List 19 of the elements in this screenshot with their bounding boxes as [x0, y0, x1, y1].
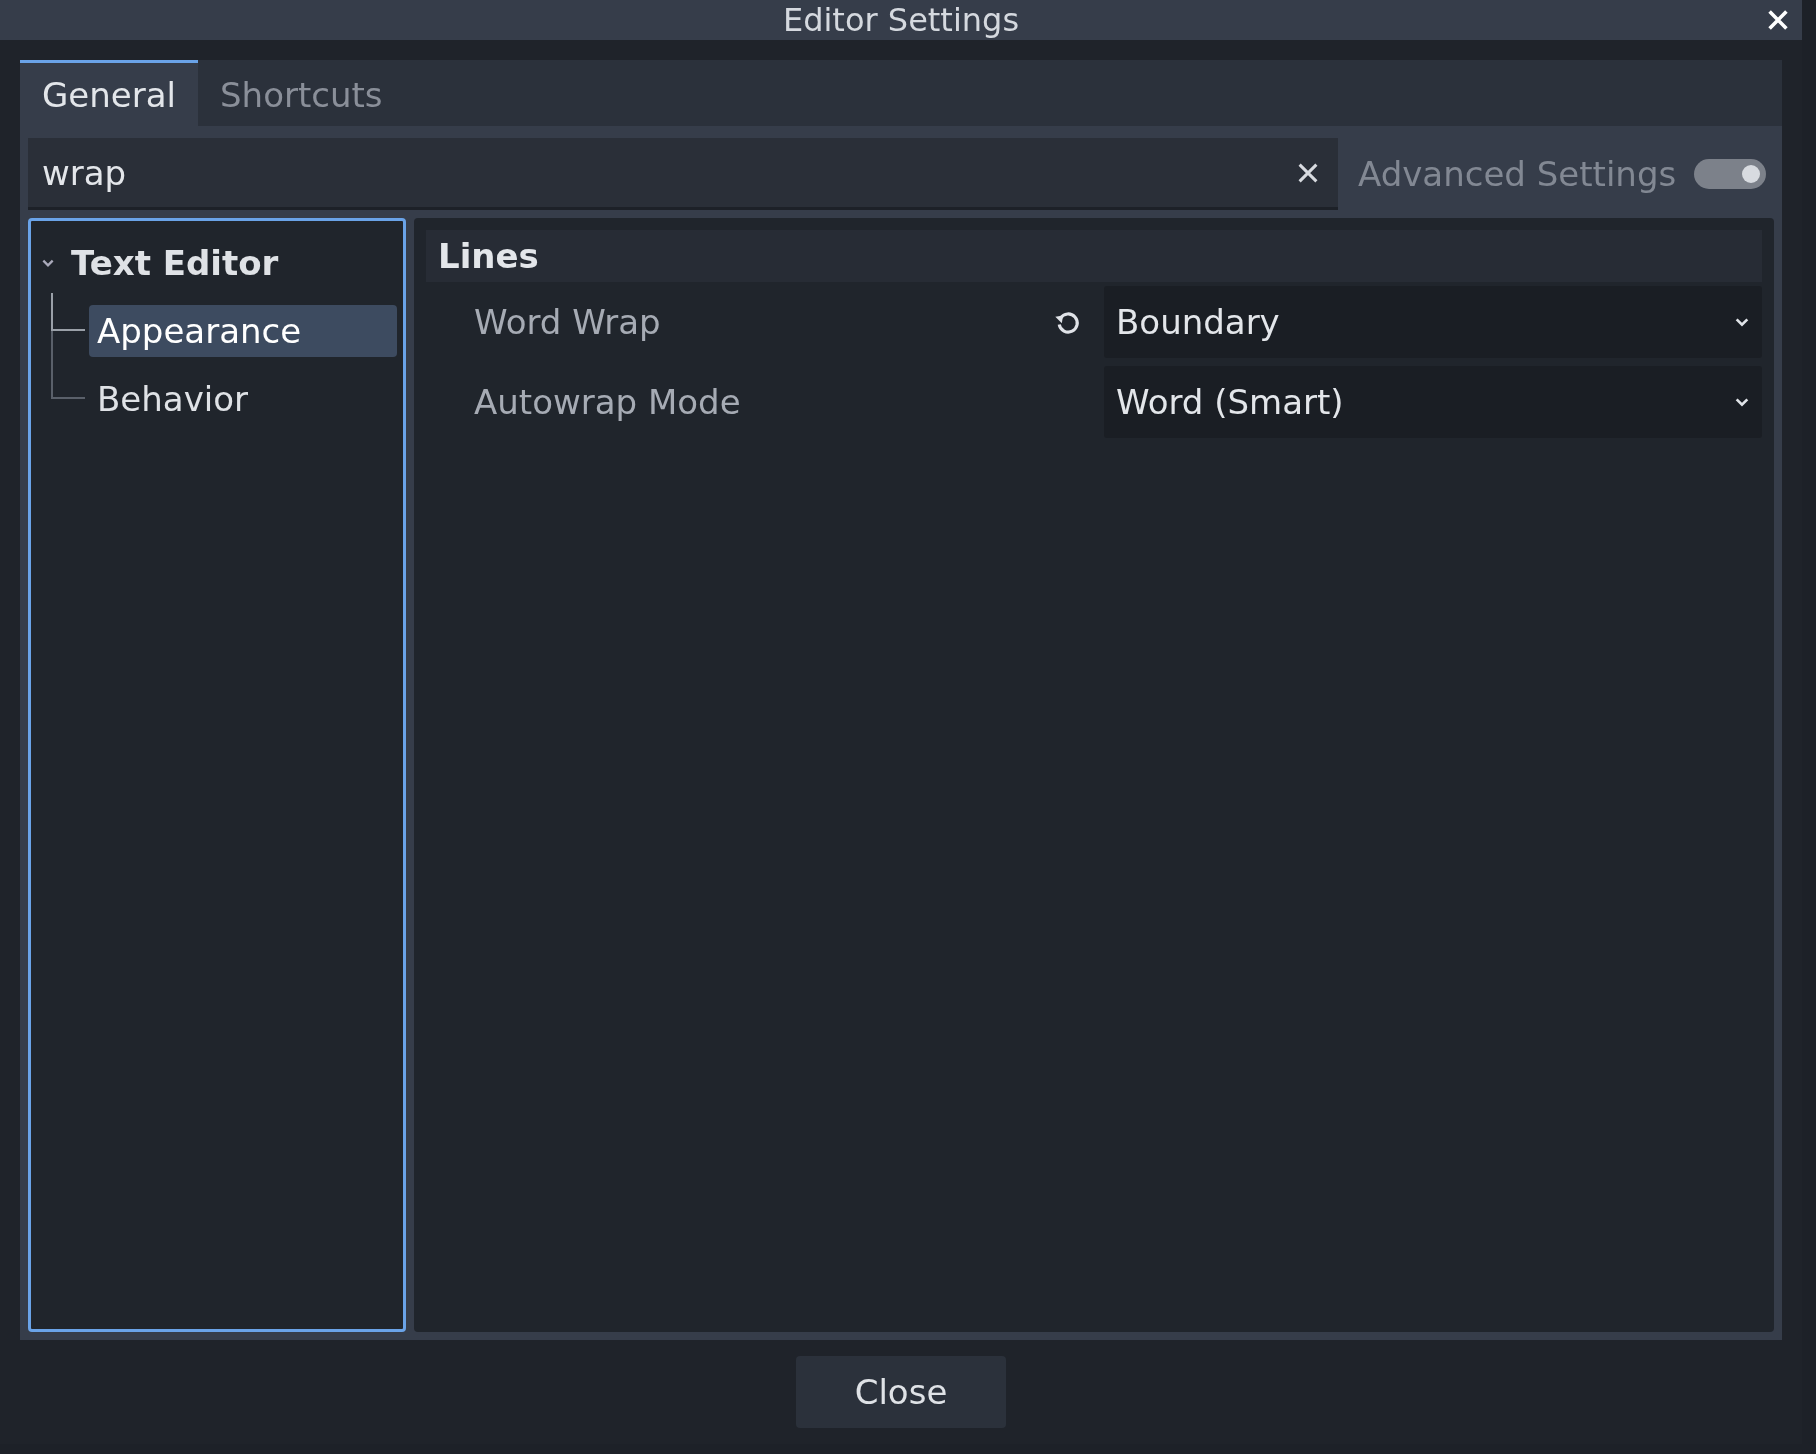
- property-label: Word Wrap: [473, 302, 662, 342]
- toggle-label: Advanced Settings: [1358, 154, 1677, 194]
- tree-item[interactable]: Appearance: [89, 305, 397, 357]
- dropdown[interactable]: Word (Smart): [1104, 366, 1762, 438]
- tab[interactable]: Shortcuts: [198, 60, 405, 126]
- revert-icon[interactable]: [1054, 309, 1080, 335]
- close-icon: [1766, 8, 1790, 32]
- dropdown-value: Word (Smart): [1116, 382, 1344, 422]
- close-button[interactable]: Close: [796, 1356, 1006, 1428]
- section-header: Lines: [426, 230, 1762, 282]
- tree-item[interactable]: Behavior: [89, 373, 397, 425]
- dropdown-value: Boundary: [1116, 302, 1280, 342]
- search-input[interactable]: wrap: [40, 151, 1296, 194]
- window-title: Editor Settings: [782, 1, 1020, 39]
- property-label: Autowrap Mode: [473, 382, 742, 422]
- tree-item[interactable]: Text Editor: [63, 237, 397, 289]
- dropdown[interactable]: Boundary: [1104, 286, 1762, 358]
- tab[interactable]: General: [20, 60, 198, 126]
- search-field[interactable]: wrap: [28, 138, 1338, 210]
